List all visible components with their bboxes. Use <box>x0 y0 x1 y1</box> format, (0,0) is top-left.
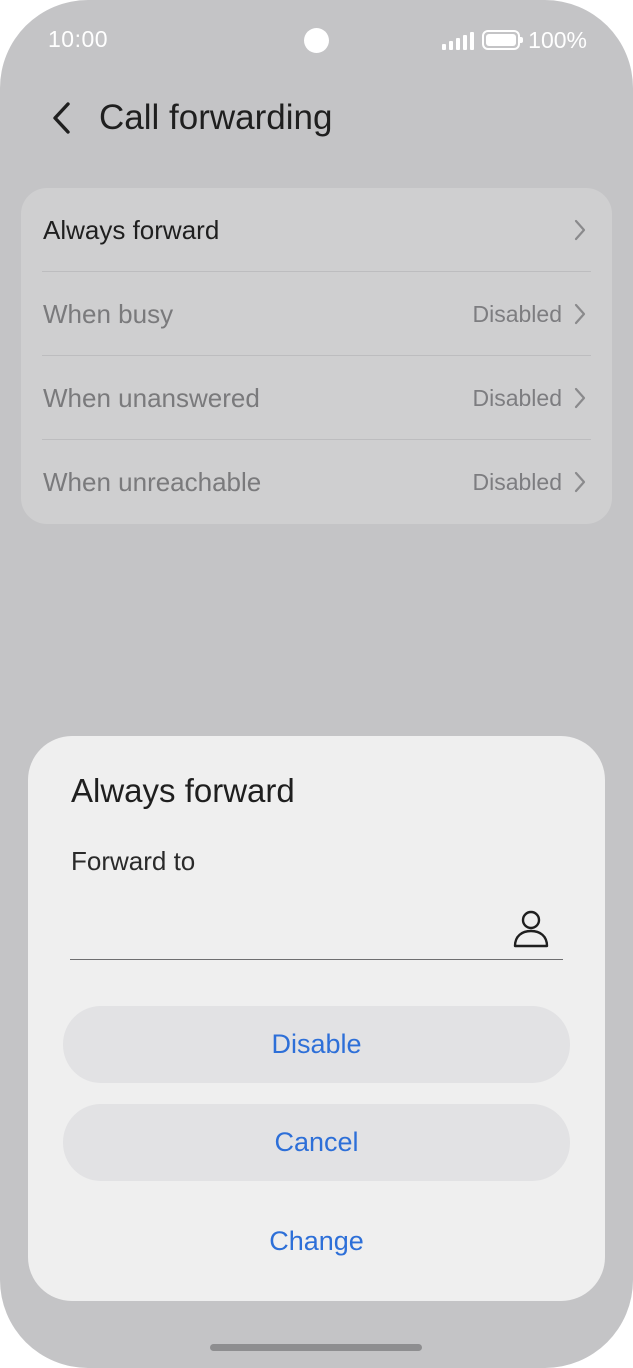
cancel-button[interactable]: Cancel <box>63 1104 570 1181</box>
chevron-right-icon <box>574 387 586 409</box>
forwarding-options-card: Always forward When busy Disabled When u… <box>21 188 612 524</box>
option-status: Disabled <box>472 385 563 411</box>
option-when-unreachable[interactable]: When unreachable Disabled <box>21 440 612 524</box>
chevron-right-icon <box>574 219 586 241</box>
forward-to-label: Forward to <box>71 846 196 876</box>
front-camera <box>304 28 329 53</box>
option-label: When unanswered <box>43 383 260 413</box>
option-label: Always forward <box>43 215 220 245</box>
battery-icon <box>482 30 524 50</box>
back-button[interactable] <box>42 96 82 140</box>
chevron-left-icon <box>53 102 70 134</box>
option-always-forward[interactable]: Always forward <box>21 188 612 272</box>
signal-icon <box>442 30 475 50</box>
chevron-right-icon <box>574 471 586 493</box>
option-label: When unreachable <box>43 467 262 497</box>
option-when-unanswered[interactable]: When unanswered Disabled <box>21 356 612 440</box>
page-title: Call forwarding <box>99 98 333 137</box>
dialog-title: Always forward <box>71 772 295 809</box>
option-label: When busy <box>43 299 174 329</box>
always-forward-dialog: Always forward Forward to Disable Cancel… <box>28 736 605 1301</box>
status-time: 10:00 <box>48 26 109 52</box>
phone-screen: 10:00 100% Call forwarding Always forwar… <box>0 0 633 1368</box>
forward-to-input[interactable] <box>70 901 524 953</box>
home-indicator[interactable] <box>210 1344 422 1351</box>
contacts-button[interactable] <box>508 906 554 952</box>
option-status: Disabled <box>472 469 563 495</box>
option-when-busy[interactable]: When busy Disabled <box>21 272 612 356</box>
chevron-right-icon <box>574 303 586 325</box>
disable-button[interactable]: Disable <box>63 1006 570 1083</box>
input-underline <box>70 959 563 960</box>
change-button[interactable]: Change <box>63 1203 570 1280</box>
status-icons: 100% <box>442 26 587 54</box>
battery-percentage: 100% <box>528 26 587 53</box>
person-icon <box>513 910 549 948</box>
option-status: Disabled <box>472 301 563 327</box>
